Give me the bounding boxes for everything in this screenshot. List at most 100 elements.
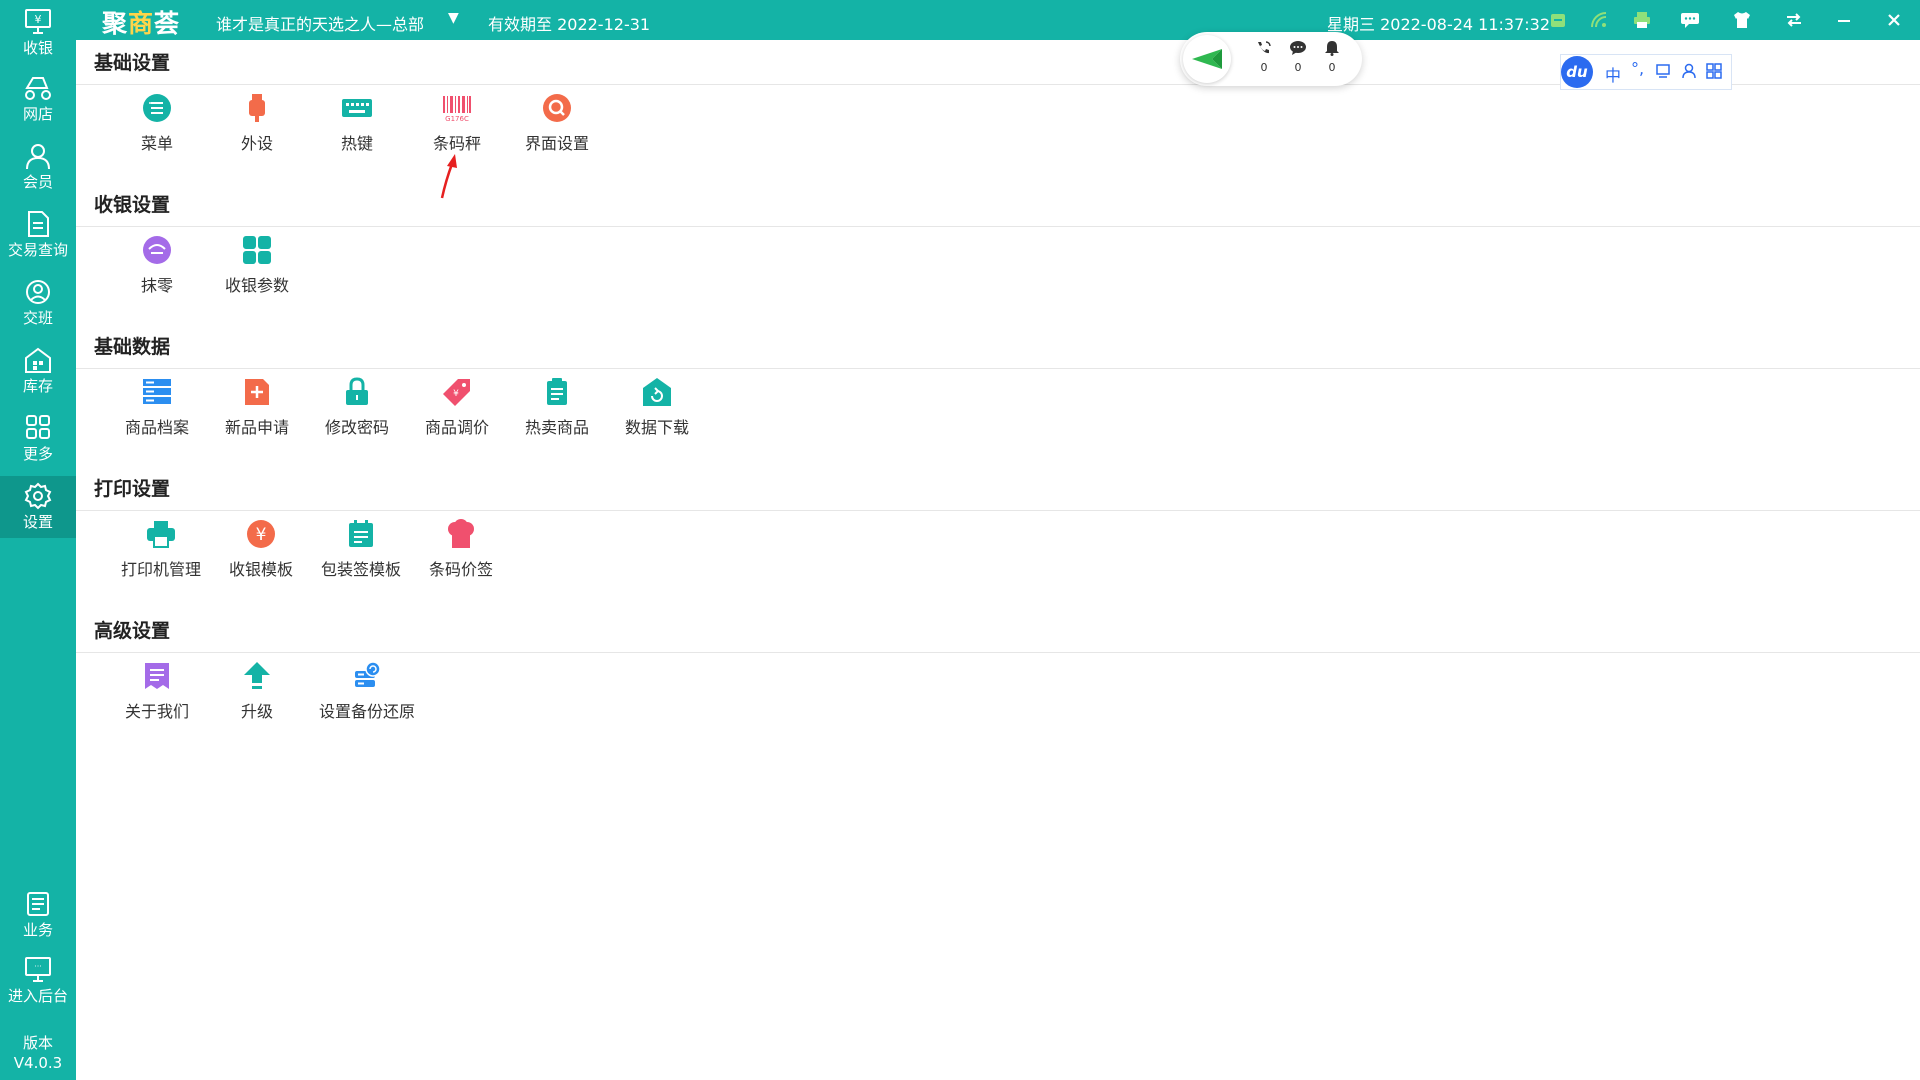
transaction-query-icon — [28, 211, 49, 237]
sidebar-item-label: 进入后台 — [7, 987, 68, 1005]
tile-about-us[interactable]: 关于我们 — [102, 660, 212, 730]
skin-icon[interactable] — [1730, 8, 1754, 32]
validity-date: 有效期至 2022-12-31 — [488, 15, 651, 34]
tile-label: 收银参数 — [224, 276, 289, 295]
yen-template-icon: ¥ — [245, 518, 277, 550]
tile-interface-settings[interactable]: 界面设置 — [502, 92, 612, 162]
ime-grid-icon[interactable] — [1706, 63, 1722, 83]
tile-label: 修改密码 — [324, 418, 389, 437]
phone-widget[interactable]: 0 — [1252, 40, 1276, 74]
online-store-icon — [25, 77, 51, 100]
message-icon[interactable] — [1678, 8, 1702, 32]
sidebar-item-label: 交班 — [22, 309, 53, 327]
close-icon[interactable] — [1882, 8, 1906, 32]
svg-text:G176C: G176C — [445, 115, 469, 122]
tile-label: 商品调价 — [424, 418, 489, 437]
tile-label: 包装签模板 — [320, 560, 401, 579]
tile-data-download[interactable]: 数据下载 — [602, 376, 712, 446]
sidebar-item-business[interactable]: 业务 — [0, 884, 76, 946]
tile-hot-product[interactable]: 热卖商品 — [502, 376, 612, 446]
tile-product-archive[interactable]: 商品档案 — [102, 376, 212, 446]
switch-icon[interactable] — [1782, 8, 1806, 32]
tile-cashier-params[interactable]: 收银参数 — [202, 234, 312, 304]
sidebar-item-label: 更多 — [22, 445, 53, 463]
member-icon — [26, 144, 50, 170]
keyboard-icon — [341, 92, 373, 124]
tile-upgrade[interactable]: 升级 — [202, 660, 312, 730]
more-icon — [26, 415, 50, 439]
tile-hotkey[interactable]: 热键 — [302, 92, 412, 162]
tile-label: 升级 — [240, 702, 273, 721]
tile-label: 设置备份还原 — [318, 702, 415, 721]
tile-peripheral[interactable]: 外设 — [202, 92, 312, 162]
bell-widget[interactable]: 0 — [1320, 40, 1344, 74]
section-title-basic-settings: 基础设置 — [94, 52, 171, 74]
sync-status-icon[interactable] — [1546, 8, 1570, 32]
chat-widget[interactable]: 0 — [1286, 40, 1310, 74]
sidebar-item-label: 收银 — [22, 39, 53, 57]
ime-logo[interactable]: du — [1561, 56, 1593, 88]
sidebar-item-transaction-query[interactable]: 交易查询 — [0, 204, 76, 266]
section-title-basic-data: 基础数据 — [94, 336, 171, 358]
tile-new-product[interactable]: 新品申请 — [202, 376, 312, 446]
tile-printer-management[interactable]: 打印机管理 — [106, 518, 216, 588]
sidebar-item-shift[interactable]: 交班 — [0, 272, 76, 334]
printer-icon[interactable] — [1630, 8, 1654, 32]
new-product-icon — [241, 376, 273, 408]
divider — [76, 226, 1920, 227]
tile-backup-restore[interactable]: 设置备份还原 — [312, 660, 422, 730]
package-label-icon — [345, 518, 377, 550]
backup-restore-icon — [351, 660, 383, 692]
cashier-params-icon — [241, 234, 273, 266]
ime-punct-toggle[interactable]: °, — [1631, 59, 1644, 78]
ime-user-icon[interactable] — [1681, 63, 1697, 83]
tile-price-adjust[interactable]: ¥ 商品调价 — [402, 376, 512, 446]
sidebar-item-online-store[interactable]: 网店 — [0, 68, 76, 130]
tile-menu[interactable]: 菜单 — [102, 92, 212, 162]
sidebar-item-settings[interactable]: 设置 — [0, 476, 76, 538]
version-label: 版本 — [22, 1034, 53, 1052]
backend-icon: ··· — [25, 957, 51, 982]
tile-change-password[interactable]: 修改密码 — [302, 376, 412, 446]
about-icon — [141, 660, 173, 692]
app-logo: 聚商荟 — [102, 9, 181, 38]
wifi-icon[interactable] — [1588, 8, 1612, 32]
minimize-icon[interactable] — [1832, 8, 1856, 32]
sidebar-item-cashier[interactable]: ¥ 收银 — [0, 2, 76, 64]
tile-cashier-template[interactable]: ¥ 收银模板 — [206, 518, 316, 588]
tile-label: 数据下载 — [624, 418, 689, 437]
send-button[interactable] — [1183, 35, 1231, 83]
rounding-icon — [141, 234, 173, 266]
bell-count: 0 — [1328, 61, 1336, 74]
sidebar-item-inventory[interactable]: 库存 — [0, 340, 76, 402]
divider — [76, 510, 1920, 511]
bell-icon — [1325, 41, 1339, 56]
tile-label: 打印机管理 — [120, 560, 201, 579]
settings-icon — [24, 482, 52, 510]
tile-label: 关于我们 — [124, 702, 189, 721]
ime-lang-toggle[interactable]: 中 — [1605, 62, 1621, 86]
svg-text:···: ··· — [34, 962, 42, 971]
sidebar-item-more[interactable]: 更多 — [0, 408, 76, 470]
tile-label: 新品申请 — [224, 418, 289, 437]
sidebar-item-label: 会员 — [22, 173, 53, 191]
tile-barcode-price-label[interactable]: 条码价签 — [406, 518, 516, 588]
tile-label: 商品档案 — [124, 418, 189, 437]
section-title-advanced-settings: 高级设置 — [94, 620, 171, 642]
tile-label: 热键 — [340, 134, 373, 153]
phone-icon — [1258, 41, 1271, 54]
phone-count: 0 — [1260, 61, 1268, 74]
title-bar: 聚商荟 谁才是真正的天选之人—总部 ▼ 有效期至 2022-12-31 星期三 … — [0, 0, 1920, 40]
store-name[interactable]: 谁才是真正的天选之人—总部 — [216, 11, 424, 35]
ime-skin-icon[interactable] — [1655, 63, 1671, 83]
tile-package-label-template[interactable]: 包装签模板 — [306, 518, 416, 588]
peripheral-icon — [241, 92, 273, 124]
sidebar-item-backend[interactable]: ··· 进入后台 — [0, 950, 76, 1012]
sidebar-item-member[interactable]: 会员 — [0, 136, 76, 198]
store-dropdown-icon[interactable]: ▼ — [448, 10, 459, 26]
cashier-icon: ¥ — [25, 9, 51, 34]
business-icon — [27, 892, 49, 916]
product-archive-icon — [141, 376, 173, 408]
divider — [76, 368, 1920, 369]
tile-rounding[interactable]: 抹零 — [102, 234, 212, 304]
